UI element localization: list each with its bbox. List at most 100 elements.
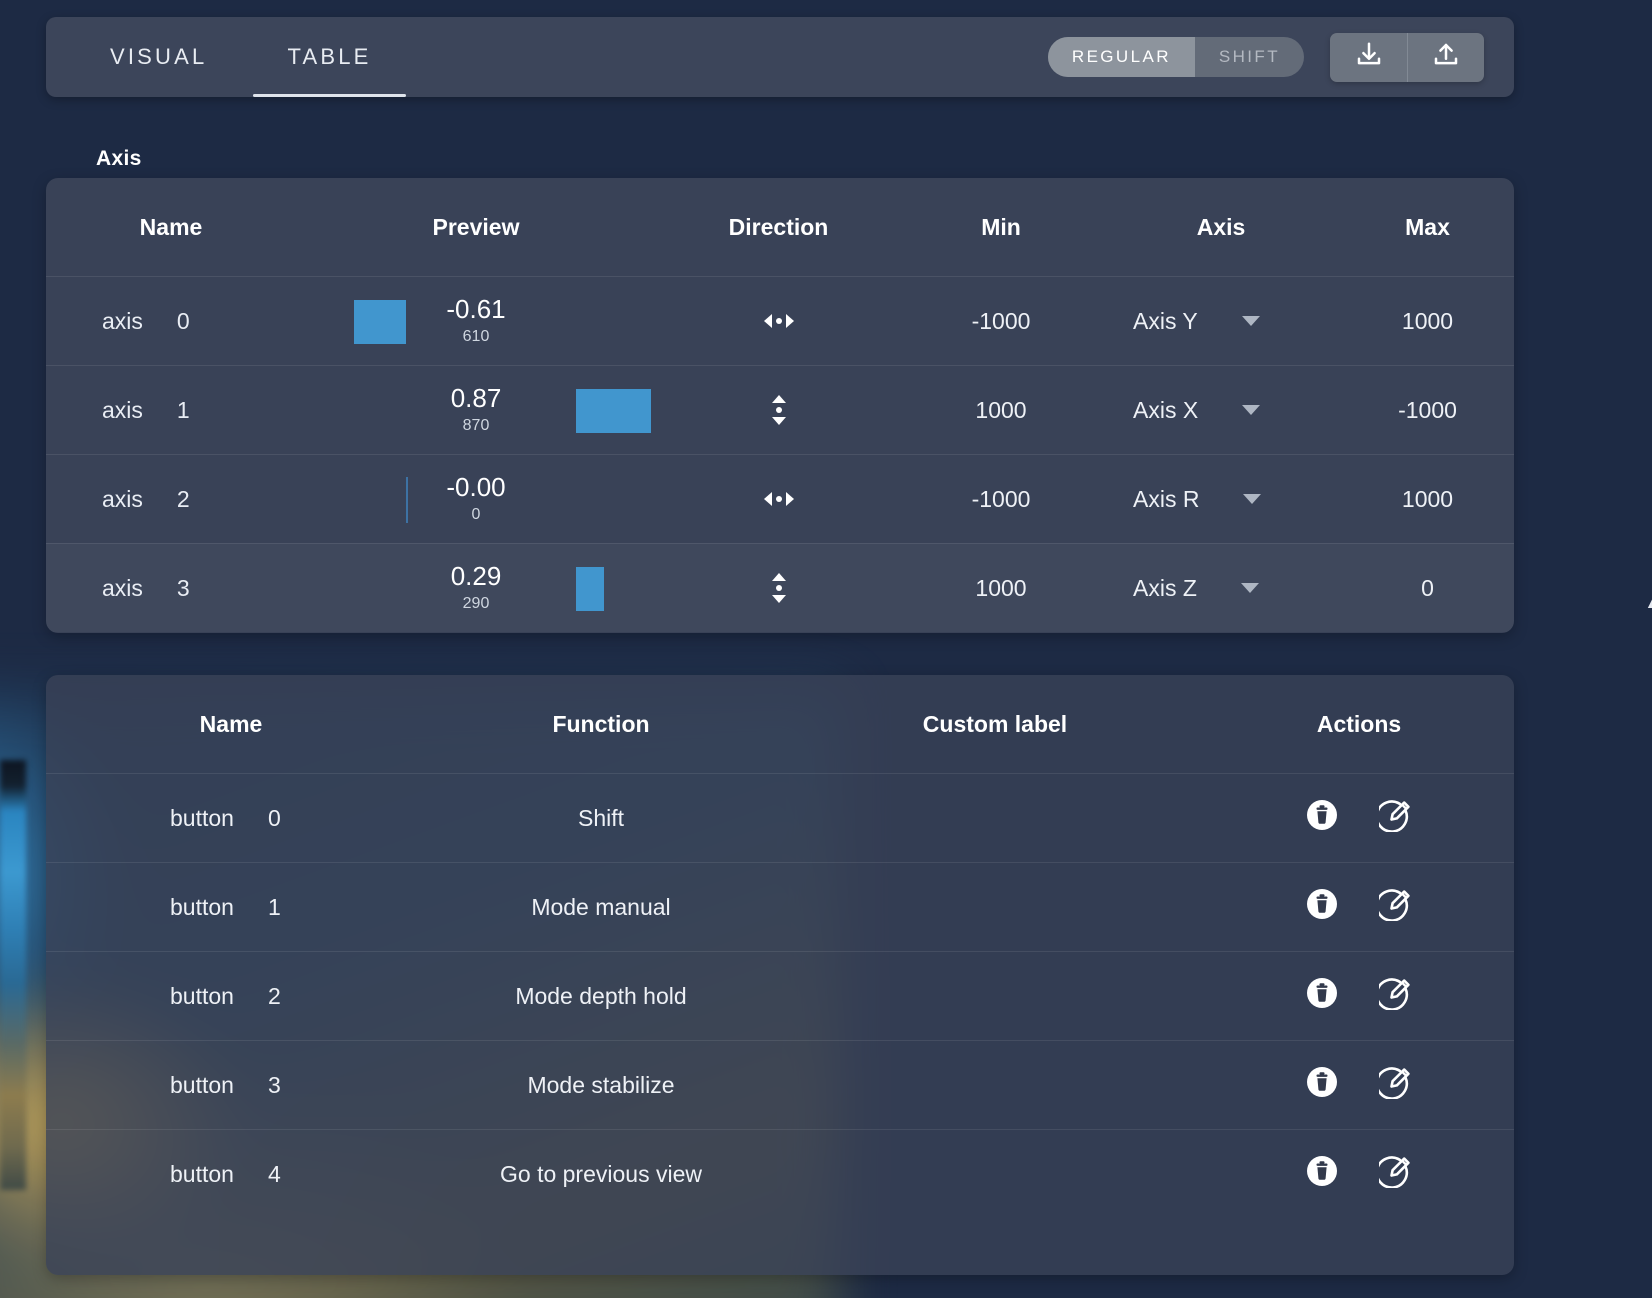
axis-table-row[interactable]: axis 0 -0.61 610 -1000 Axis Y 1000	[46, 276, 1514, 365]
upload-icon	[1431, 40, 1461, 75]
arrows-horizontal-icon[interactable]	[762, 310, 796, 332]
download-icon	[1354, 40, 1384, 75]
button-name-cell: button 1	[46, 894, 416, 921]
axis-select-value: Axis R	[1133, 485, 1200, 512]
mode-segmented-control[interactable]: REGULAR SHIFT	[1047, 37, 1304, 77]
axis-direction-cell[interactable]	[656, 310, 901, 332]
button-actions-cell	[1204, 1065, 1514, 1105]
axis-row-list: axis 0 -0.61 610 -1000 Axis Y 1000 axis 1 0.87 870…	[46, 276, 1514, 632]
download-button[interactable]	[1330, 33, 1407, 82]
edit-icon[interactable]	[1375, 887, 1413, 927]
tab-visual-label: VISUAL	[110, 44, 208, 69]
button-name-label: button	[170, 893, 234, 920]
axis-name-label: axis	[102, 307, 143, 334]
segment-shift[interactable]: SHIFT	[1195, 37, 1304, 77]
segment-regular[interactable]: REGULAR	[1047, 37, 1195, 77]
tab-bar: VISUAL TABLE	[70, 17, 412, 97]
axis-select[interactable]: Axis Z	[1101, 575, 1341, 602]
button-function-value: Mode manual	[531, 893, 671, 920]
axis-table-header: Name Preview Direction Min Axis Max	[46, 178, 1514, 276]
button-function-value: Go to previous view	[500, 1160, 702, 1187]
axis-direction-cell[interactable]	[656, 568, 901, 608]
header-direction: Direction	[728, 213, 829, 240]
axis-select[interactable]: Axis R	[1101, 486, 1341, 513]
axis-value-stack: -0.00 0	[446, 473, 505, 524]
tab-table[interactable]: TABLE	[247, 17, 411, 97]
upload-button[interactable]	[1407, 33, 1484, 82]
button-actions-cell	[1204, 1154, 1514, 1194]
axis-max-value[interactable]: 0	[1341, 575, 1514, 602]
header-min: Min	[981, 213, 1021, 240]
vertical-scrollbar-track[interactable]	[1598, 120, 1618, 820]
offscreen-edge-glyph: ▲	[1644, 592, 1652, 612]
axis-min-value[interactable]: -1000	[901, 486, 1101, 513]
axis-min-value[interactable]: -1000	[901, 308, 1101, 335]
button-table-row[interactable]: button 3 Mode stabilize	[46, 1040, 1514, 1129]
background-photo-edge	[0, 760, 26, 1190]
axis-select[interactable]: Axis X	[1101, 397, 1341, 424]
axis-max-value[interactable]: -1000	[1341, 397, 1514, 424]
edit-icon[interactable]	[1375, 1154, 1413, 1194]
button-index-label: 3	[267, 1071, 281, 1098]
chevron-down-icon[interactable]	[1241, 316, 1260, 326]
button-table-row[interactable]: button 4 Go to previous view	[46, 1129, 1514, 1218]
button-table-row[interactable]: button 1 Mode manual	[46, 862, 1514, 951]
axis-direction-cell[interactable]	[656, 488, 901, 510]
axis-min-value[interactable]: 1000	[901, 575, 1101, 602]
chevron-down-icon[interactable]	[1243, 494, 1262, 504]
button-actions-cell	[1204, 976, 1514, 1016]
axis-value: -0.61	[446, 293, 506, 324]
chevron-down-icon[interactable]	[1240, 583, 1259, 593]
tab-visual[interactable]: VISUAL	[70, 17, 247, 97]
axis-index-label: 1	[176, 396, 190, 423]
axis-value: 0.87	[450, 382, 502, 413]
delete-icon[interactable]	[1305, 976, 1339, 1016]
axis-value-stack: 0.87 870	[450, 382, 502, 435]
edit-icon[interactable]	[1375, 976, 1413, 1016]
axis-table-row[interactable]: axis 2 -0.00 0 -1000 Axis R 1000	[46, 454, 1514, 543]
axis-value: 0.29	[450, 560, 502, 591]
header-button-name: Name	[199, 710, 263, 737]
button-name-label: button	[170, 1071, 234, 1098]
header-custom-label: Custom label	[922, 710, 1068, 737]
delete-icon[interactable]	[1305, 1154, 1339, 1194]
axis-max-value[interactable]: 1000	[1341, 308, 1514, 335]
button-function-value: Mode stabilize	[527, 1071, 675, 1098]
edit-icon[interactable]	[1375, 798, 1413, 838]
axis-table-row[interactable]: axis 3 0.29 290 1000 Axis Z 0	[46, 543, 1514, 632]
button-index-label: 0	[267, 804, 281, 831]
arrows-horizontal-icon[interactable]	[762, 488, 796, 510]
axis-index-label: 3	[176, 574, 190, 601]
header-preview: Preview	[432, 213, 520, 240]
edit-icon[interactable]	[1375, 1065, 1413, 1105]
button-name-label: button	[170, 982, 234, 1009]
axis-preview-bar	[576, 388, 651, 433]
arrows-vertical-icon[interactable]	[768, 568, 790, 608]
button-index-label: 1	[267, 893, 281, 920]
chevron-down-icon[interactable]	[1242, 405, 1261, 415]
tab-table-label: TABLE	[287, 44, 372, 69]
button-table-row[interactable]: button 2 Mode depth hold	[46, 951, 1514, 1040]
axis-name-label: axis	[102, 485, 143, 512]
segment-shift-label: SHIFT	[1218, 47, 1280, 66]
axis-table-row[interactable]: axis 1 0.87 870 1000 Axis X -1000	[46, 365, 1514, 454]
top-toolbar: VISUAL TABLE REGULAR SHIFT	[46, 17, 1514, 97]
axis-value-stack: 0.29 290	[450, 560, 502, 613]
button-table-row[interactable]: button 0 Shift	[46, 773, 1514, 862]
axis-preview-cell: 0.29 290	[296, 544, 656, 633]
axis-max-value[interactable]: 1000	[1341, 486, 1514, 513]
axis-value-stack: -0.61 610	[446, 293, 506, 346]
axis-min-value[interactable]: 1000	[901, 397, 1101, 424]
arrows-vertical-icon[interactable]	[768, 390, 790, 430]
axis-preview-cell: -0.61 610	[296, 277, 656, 366]
delete-icon[interactable]	[1305, 798, 1339, 838]
axis-select[interactable]: Axis Y	[1101, 308, 1341, 335]
delete-icon[interactable]	[1305, 887, 1339, 927]
button-name-cell: button 4	[46, 1161, 416, 1188]
axis-index-label: 2	[176, 485, 190, 512]
axis-section-label: Axis	[96, 147, 142, 170]
axis-direction-cell[interactable]	[656, 390, 901, 430]
delete-icon[interactable]	[1305, 1065, 1339, 1105]
axis-name-label: axis	[102, 396, 143, 423]
axis-preview-zero-tick	[406, 476, 408, 523]
